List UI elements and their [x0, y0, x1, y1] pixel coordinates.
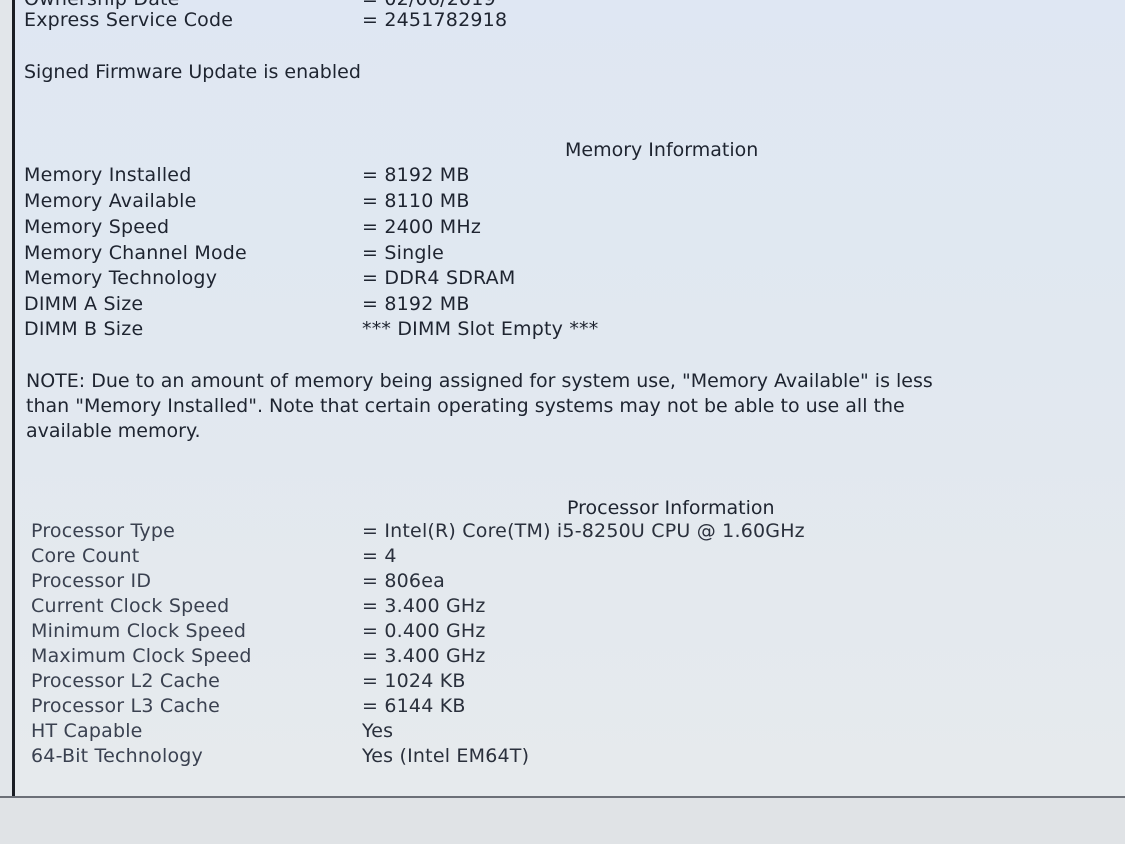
row-label: Processor ID	[31, 570, 152, 592]
memory-note-line: than "Memory Installed". Note that certa…	[26, 395, 905, 417]
row-label: Current Clock Speed	[31, 595, 230, 617]
row-label: Processor Type	[31, 520, 175, 542]
row-value: Yes (Intel EM64T)	[362, 745, 530, 767]
row-label: HT Capable	[31, 720, 143, 742]
memory-note-line: NOTE: Due to an amount of memory being a…	[26, 370, 933, 392]
signed-firmware-status: Signed Firmware Update is enabled	[24, 61, 361, 83]
memory-note-line: available memory.	[26, 420, 201, 442]
memory-information-heading: Memory Information	[565, 139, 759, 161]
row-value: = 2400 MHz	[362, 216, 482, 238]
row-value: = 8192 MB	[362, 164, 470, 186]
row-value: = Intel(R) Core(TM) i5-8250U CPU @ 1.60G…	[362, 520, 805, 542]
row-label: Express Service Code	[24, 9, 234, 31]
row-value: = 4	[362, 545, 397, 567]
row-value: = 8110 MB	[362, 190, 470, 212]
row-value: = 3.400 GHz	[362, 595, 486, 617]
row-label: Memory Available	[24, 190, 197, 212]
row-value: = 806ea	[362, 570, 445, 592]
row-label: Memory Installed	[24, 164, 192, 186]
row-value: = 6144 KB	[362, 695, 466, 717]
window-footer-area	[0, 798, 1125, 844]
row-label: Core Count	[31, 545, 140, 567]
processor-information-heading: Processor Information	[567, 497, 775, 519]
row-label: DIMM A Size	[24, 293, 144, 315]
row-label: Processor L3 Cache	[31, 695, 220, 717]
row-value: = 0.400 GHz	[362, 620, 486, 642]
row-value: = Single	[362, 242, 444, 264]
row-label: DIMM B Size	[24, 318, 144, 340]
row-value: Yes	[362, 720, 394, 742]
row-label: Processor L2 Cache	[31, 670, 220, 692]
row-label: Maximum Clock Speed	[31, 645, 252, 667]
row-label: Memory Speed	[24, 216, 170, 238]
row-label: Memory Technology	[24, 267, 218, 289]
row-value: = 3.400 GHz	[362, 645, 486, 667]
system-information-panel: Ownership Date = 02/06/2019 Express Serv…	[12, 0, 1125, 798]
row-label: Minimum Clock Speed	[31, 620, 247, 642]
row-value: = 1024 KB	[362, 670, 466, 692]
row-value: = 8192 MB	[362, 293, 470, 315]
row-label: Memory Channel Mode	[24, 242, 247, 264]
row-label: 64-Bit Technology	[31, 745, 203, 767]
row-value: *** DIMM Slot Empty ***	[362, 318, 599, 340]
row-value: = 2451782918	[362, 9, 508, 31]
row-value: = DDR4 SDRAM	[362, 267, 516, 289]
